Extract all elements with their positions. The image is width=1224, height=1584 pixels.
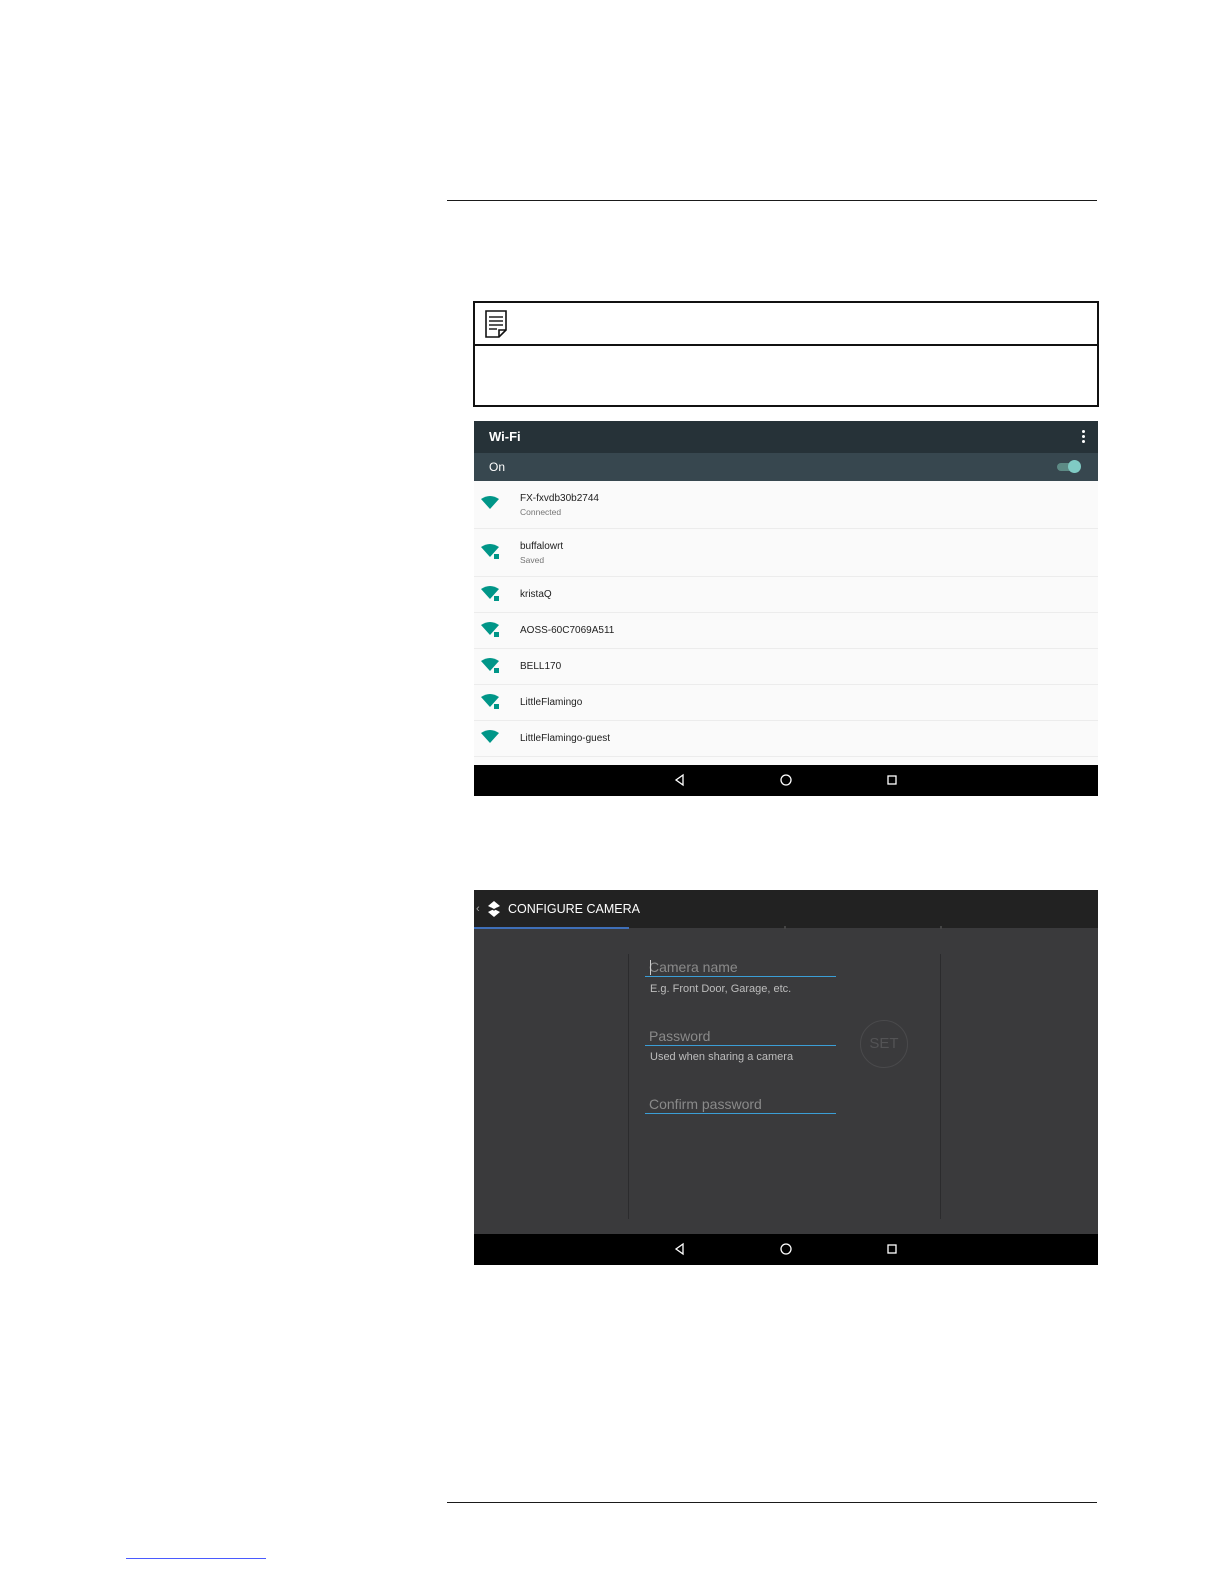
set-button-label: SET — [869, 1035, 899, 1052]
wifi-signal-icon — [481, 730, 499, 743]
note-header — [475, 303, 1097, 346]
header-rule — [447, 200, 1097, 201]
recents-icon[interactable] — [885, 773, 899, 787]
configure-title: CONFIGURE CAMERA — [508, 902, 640, 916]
wifi-signal-locked-icon — [481, 544, 499, 559]
android-nav-bar — [474, 1234, 1098, 1265]
recents-icon[interactable] — [885, 1242, 899, 1256]
home-icon[interactable] — [779, 1242, 793, 1256]
panel-divider-left — [628, 954, 629, 1219]
tab-divider — [940, 926, 942, 929]
wifi-settings-screenshot: Wi-Fi On FX-fxvdb30b2744 Connected buffa… — [474, 421, 1098, 796]
set-button[interactable]: SET — [860, 1020, 908, 1068]
text-cursor — [650, 960, 651, 975]
note-icon — [485, 310, 507, 338]
network-item[interactable]: kristaQ — [474, 577, 1098, 613]
network-status: Connected — [520, 507, 562, 517]
network-name: buffalowrt — [520, 541, 564, 552]
password-input[interactable] — [649, 1027, 829, 1045]
network-item[interactable]: buffalowrt Saved — [474, 529, 1098, 577]
configure-action-bar: ‹ CONFIGURE CAMERA — [474, 890, 1098, 928]
network-name: LittleFlamingo-guest — [520, 733, 611, 744]
network-list: FX-fxvdb30b2744 Connected buffalowrt Sav… — [474, 481, 1098, 765]
network-item[interactable]: LittleFlamingo-guest — [474, 721, 1098, 757]
note-box — [473, 301, 1099, 407]
camera-name-field[interactable] — [645, 958, 836, 977]
network-name: FX-fxvdb30b2744 — [520, 493, 599, 504]
wifi-action-bar: Wi-Fi — [474, 421, 1098, 453]
android-nav-bar — [474, 765, 1098, 796]
wifi-signal-locked-icon — [481, 622, 499, 637]
wifi-signal-locked-icon — [481, 586, 499, 601]
overflow-menu-icon[interactable] — [1080, 430, 1086, 444]
camera-name-input[interactable] — [649, 958, 829, 976]
network-item[interactable]: FX-fxvdb30b2744 Connected — [474, 481, 1098, 529]
footer-rule — [447, 1502, 1097, 1503]
camera-name-helper: E.g. Front Door, Garage, etc. — [650, 983, 792, 995]
password-field[interactable] — [645, 1027, 836, 1046]
network-name: kristaQ — [520, 589, 552, 600]
network-status: Saved — [520, 555, 545, 565]
back-icon[interactable] — [673, 773, 687, 787]
panel-divider-right — [940, 954, 941, 1219]
network-name: AOSS-60C7069A511 — [520, 625, 615, 636]
wifi-signal-locked-icon — [481, 694, 499, 709]
tab-divider — [784, 926, 786, 929]
app-logo-icon — [488, 901, 500, 917]
network-item[interactable]: AOSS-60C7069A511 — [474, 613, 1098, 649]
network-name: BELL170 — [520, 661, 562, 672]
footer-link-underline — [126, 1558, 266, 1559]
network-name: LittleFlamingo — [520, 697, 583, 708]
wifi-title: Wi-Fi — [489, 429, 521, 444]
chevron-left-icon[interactable]: ‹ — [476, 903, 480, 915]
network-item[interactable]: BELL170 — [474, 649, 1098, 685]
wifi-signal-icon — [481, 496, 499, 509]
wifi-status-label: On — [489, 460, 506, 474]
back-icon[interactable] — [673, 1242, 687, 1256]
wifi-toggle[interactable] — [1057, 460, 1081, 474]
network-item[interactable]: LittleFlamingo — [474, 685, 1098, 721]
wifi-signal-locked-icon — [481, 658, 499, 673]
password-helper: Used when sharing a camera — [650, 1051, 794, 1063]
configure-camera-screenshot: ‹ CONFIGURE CAMERA E.g. Front Door, Gara… — [474, 890, 1098, 1265]
confirm-password-field[interactable] — [645, 1095, 836, 1114]
wifi-master-switch-row[interactable]: On — [474, 453, 1098, 481]
home-icon[interactable] — [779, 773, 793, 787]
active-tab-indicator — [474, 927, 629, 929]
confirm-password-input[interactable] — [649, 1095, 829, 1113]
